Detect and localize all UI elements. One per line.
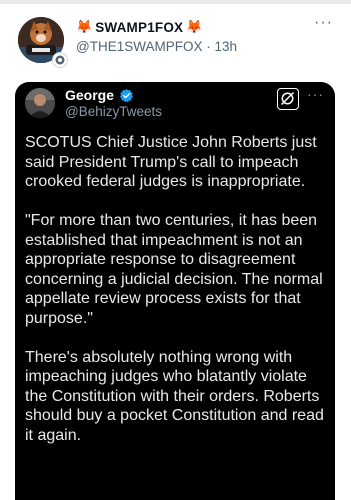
quoted-post-text: SCOTUS Chief Justice John Roberts just s… [25, 133, 327, 465]
author-meta: @THE1SWAMPFOX · 13h [76, 39, 237, 54]
post-timestamp[interactable]: 13h [215, 39, 238, 54]
quoted-paragraph-3: There's absolutely nothing wrong with im… [25, 348, 324, 444]
affiliate-badge-icon [52, 52, 68, 68]
quoted-paragraph-1: SCOTUS Chief Justice John Roberts just s… [25, 134, 317, 190]
quoted-author-avatar[interactable] [25, 88, 55, 118]
verified-badge-icon [119, 88, 134, 102]
fox-emoji-left: 🦊 [76, 19, 93, 34]
author-display-name[interactable]: SWAMP1FOX [95, 20, 183, 35]
grok-button[interactable] [277, 88, 299, 110]
quoted-name-row[interactable]: George [65, 87, 134, 103]
post-more-button[interactable]: ··· [314, 14, 333, 32]
quoted-more-button[interactable]: ··· [307, 86, 324, 102]
quoted-handle[interactable]: @BehizyTweets [65, 104, 162, 119]
grok-icon [280, 91, 295, 106]
top-divider [0, 0, 351, 4]
quoted-avatar-icon [25, 88, 55, 118]
meta-separator: · [206, 39, 211, 54]
fox-emoji-right: 🦊 [186, 19, 203, 34]
quoted-post-card[interactable]: George @BehizyTweets ··· SCOTUS Chief Ju… [15, 82, 335, 500]
quoted-paragraph-2: "For more than two centuries, it has bee… [25, 212, 323, 327]
author-handle[interactable]: @THE1SWAMPFOX [76, 39, 202, 54]
author-name-row[interactable]: 🦊 SWAMP1FOX 🦊 [76, 19, 202, 35]
quoted-display-name[interactable]: George [65, 87, 114, 103]
